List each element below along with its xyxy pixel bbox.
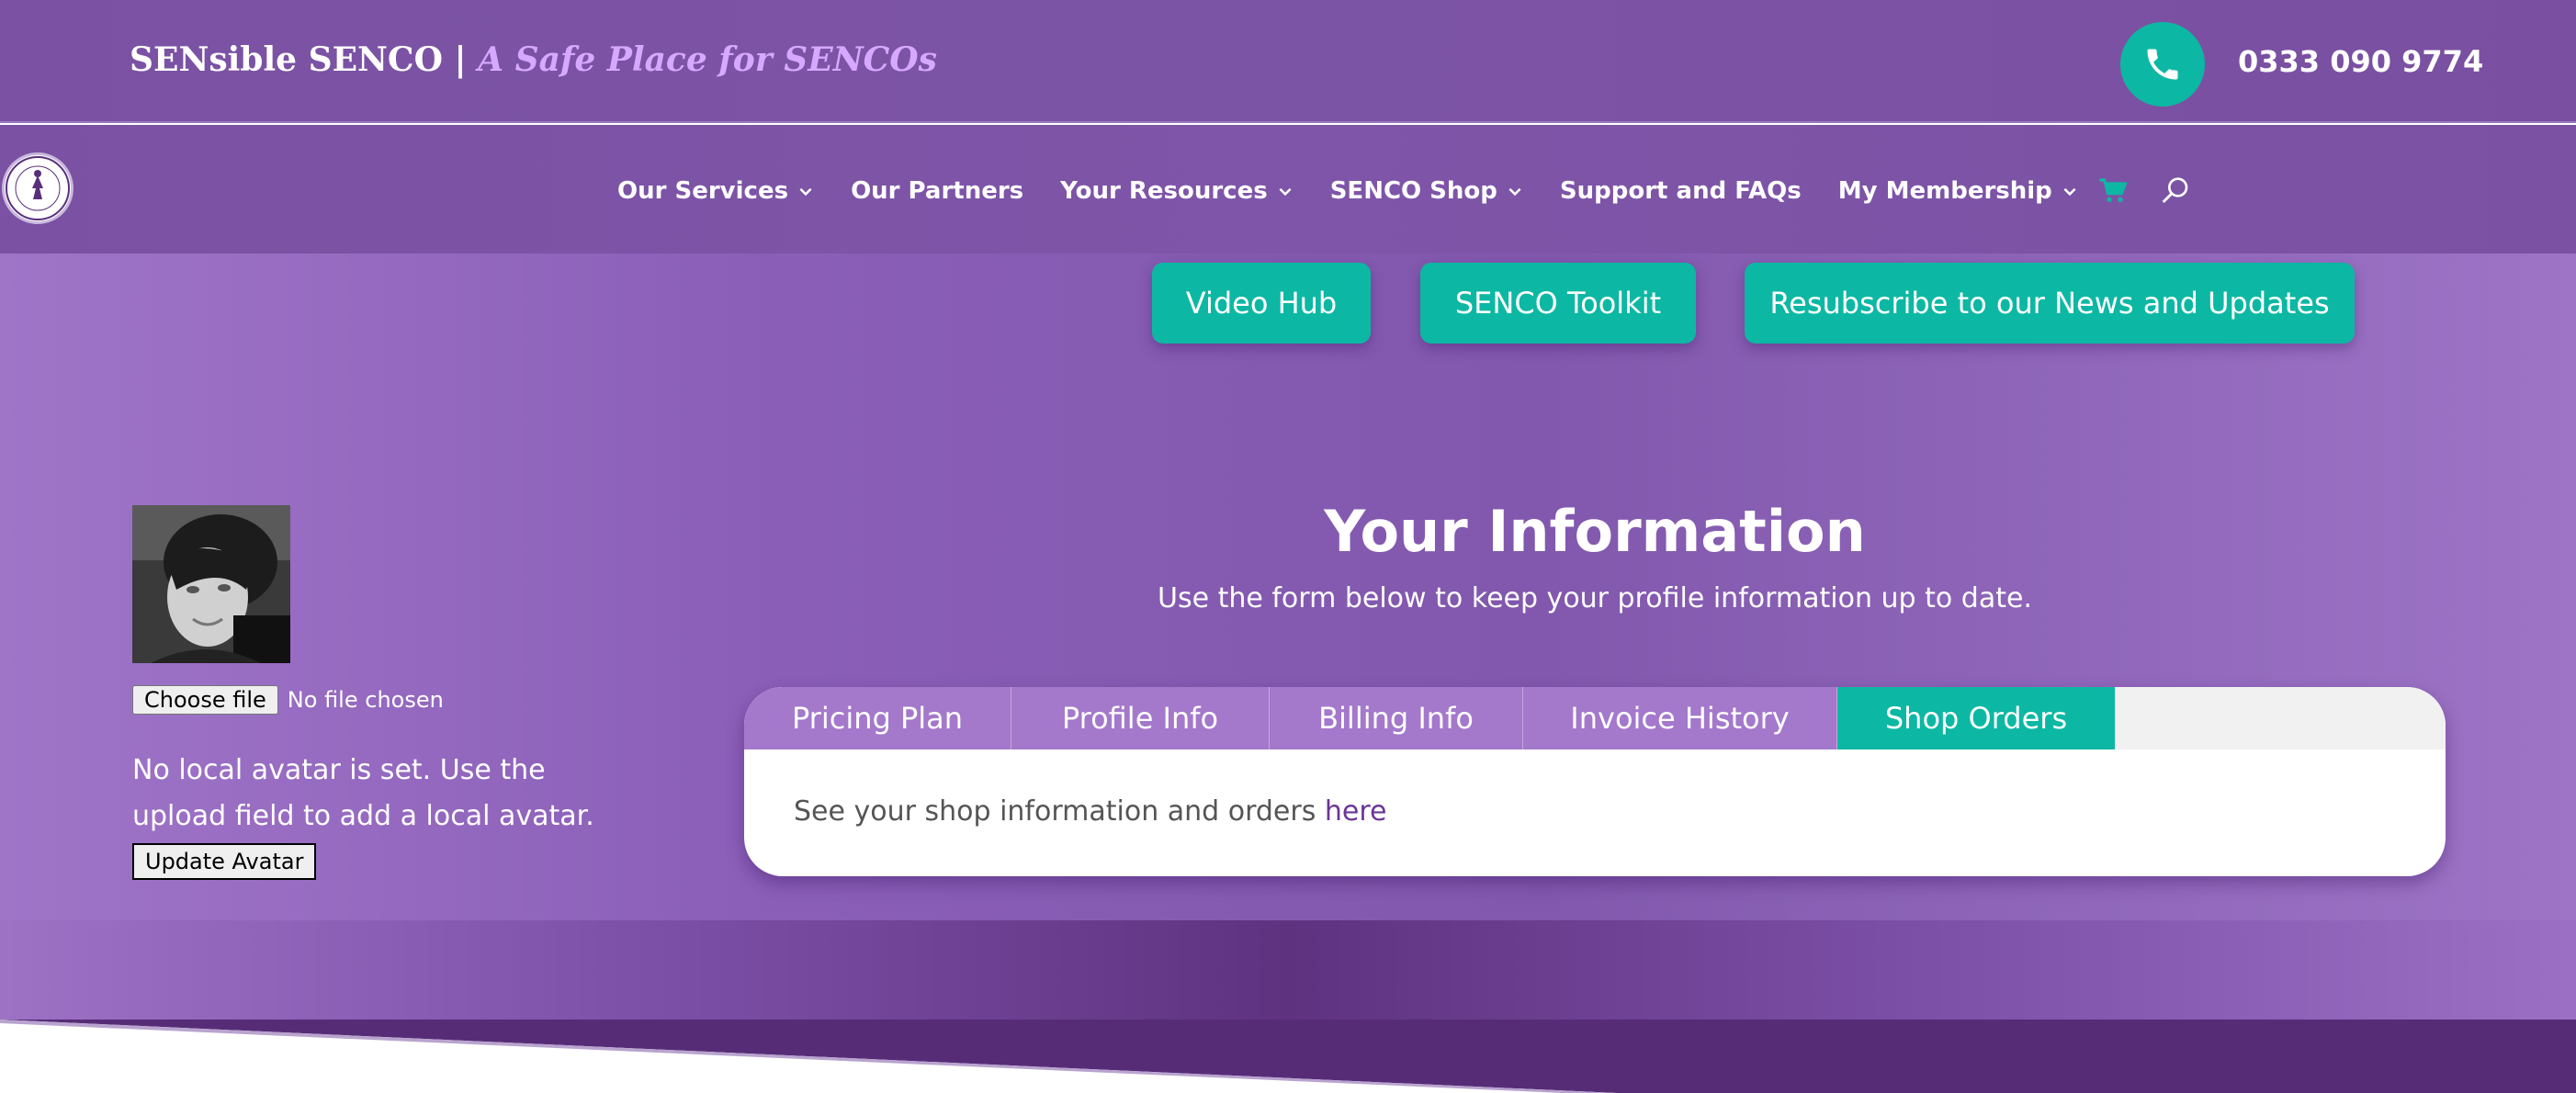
cart-icon[interactable] xyxy=(2098,177,2128,205)
shop-orders-text: See your shop information and orders xyxy=(794,795,1316,828)
senco-toolkit-button[interactable]: SENCO Toolkit xyxy=(1420,263,1696,344)
quick-links: Video Hub SENCO Toolkit Resubscribe to o… xyxy=(0,259,2576,345)
nav-item-senco-shop[interactable]: SENCO Shop xyxy=(1330,177,1523,205)
video-hub-button[interactable]: Video Hub xyxy=(1152,263,1371,344)
nav-item-your-resources[interactable]: Your Resources xyxy=(1060,177,1294,205)
tab-shop-orders[interactable]: Shop Orders xyxy=(1837,687,2115,749)
avatar-file-input[interactable]: Choose file No file chosen xyxy=(132,685,444,715)
decorative-band xyxy=(0,920,2576,1020)
file-status: No file chosen xyxy=(287,687,444,713)
tab-pricing-plan[interactable]: Pricing Plan xyxy=(744,687,1011,749)
tab-invoice-history[interactable]: Invoice History xyxy=(1523,687,1837,749)
profile-tabs-card: Pricing Plan Profile Info Billing Info I… xyxy=(744,687,2446,876)
nav-item-label: My Membership xyxy=(1837,177,2052,205)
nav-item-my-membership[interactable]: My Membership xyxy=(1838,177,2078,205)
update-avatar-button[interactable]: Update Avatar xyxy=(132,843,317,880)
chevron-down-icon xyxy=(1508,187,1521,197)
nav-item-label: Our Partners xyxy=(851,177,1024,205)
tab-profile-info[interactable]: Profile Info xyxy=(1011,687,1270,749)
phone-icon[interactable] xyxy=(2120,22,2205,107)
resubscribe-button[interactable]: Resubscribe to our News and Updates xyxy=(1745,263,2355,344)
avatar xyxy=(132,505,290,663)
tab-content: See your shop information and orders her… xyxy=(794,795,1387,828)
chevron-down-icon xyxy=(799,187,812,197)
nav-item-our-services[interactable]: Our Services xyxy=(617,177,814,205)
nav-item-label: Your Resources xyxy=(1060,177,1268,205)
page-title: Your Information xyxy=(1324,498,1866,565)
avatar-note: No local avatar is set. Use the upload f… xyxy=(132,754,594,832)
nav-item-label: Support and FAQs xyxy=(1559,177,1802,205)
nav-menu: Our Services Our Partners Your Resources… xyxy=(617,173,2223,209)
shop-orders-link[interactable]: here xyxy=(1325,795,1387,828)
site-brand[interactable]: SENsible SENCO | A Safe Place for SENCOs xyxy=(130,40,937,79)
page-subtitle: Use the form below to keep your profile … xyxy=(1158,582,2032,614)
site-logo[interactable] xyxy=(2,152,73,224)
nav-item-support-faqs[interactable]: Support and FAQs xyxy=(1560,177,1802,205)
phone-number-link[interactable]: 0333 090 9774 xyxy=(2238,44,2483,79)
brand-tagline: A Safe Place for SENCOs xyxy=(478,40,937,79)
top-bar: SENsible SENCO | A Safe Place for SENCOs… xyxy=(0,0,2576,123)
brand-name: SENsible SENCO | xyxy=(130,40,467,79)
chevron-down-icon xyxy=(2063,187,2076,197)
choose-file-button[interactable]: Choose file xyxy=(132,685,278,715)
main-navigation: Our Services Our Partners Your Resources… xyxy=(0,125,2576,254)
tab-bar: Pricing Plan Profile Info Billing Info I… xyxy=(744,687,2446,749)
nav-item-label: Our Services xyxy=(617,177,789,205)
tab-billing-info[interactable]: Billing Info xyxy=(1270,687,1523,749)
nav-item-label: SENCO Shop xyxy=(1329,177,1497,205)
account-section: Video Hub SENCO Toolkit Resubscribe to o… xyxy=(0,254,2576,920)
nav-item-our-partners[interactable]: Our Partners xyxy=(851,177,1023,205)
footer-divider xyxy=(0,1020,2576,1093)
chevron-down-icon xyxy=(1279,187,1292,197)
search-icon[interactable] xyxy=(2161,176,2190,206)
